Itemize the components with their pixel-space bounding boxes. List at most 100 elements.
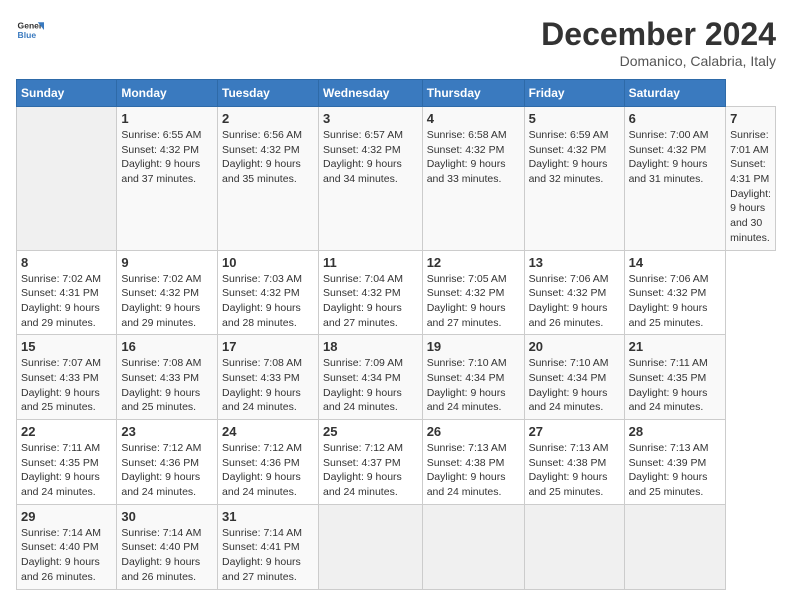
title-block: December 2024 Domanico, Calabria, Italy [541, 16, 776, 69]
day-info: Sunrise: 7:13 AM Sunset: 4:39 PM Dayligh… [629, 441, 722, 500]
column-header-friday: Friday [524, 80, 624, 107]
day-info: Sunrise: 7:12 AM Sunset: 4:36 PM Dayligh… [121, 441, 213, 500]
day-number: 16 [121, 339, 213, 354]
day-number: 23 [121, 424, 213, 439]
location-subtitle: Domanico, Calabria, Italy [541, 53, 776, 69]
day-info: Sunrise: 6:57 AM Sunset: 4:32 PM Dayligh… [323, 128, 418, 187]
day-cell-12: 12 Sunrise: 7:05 AM Sunset: 4:32 PM Dayl… [422, 250, 524, 335]
day-number: 19 [427, 339, 520, 354]
day-number: 11 [323, 255, 418, 270]
day-number: 6 [629, 111, 722, 126]
day-info: Sunrise: 7:10 AM Sunset: 4:34 PM Dayligh… [427, 356, 520, 415]
day-number: 5 [529, 111, 620, 126]
day-cell-26: 26 Sunrise: 7:13 AM Sunset: 4:38 PM Dayl… [422, 420, 524, 505]
day-info: Sunrise: 7:13 AM Sunset: 4:38 PM Dayligh… [427, 441, 520, 500]
day-number: 17 [222, 339, 314, 354]
calendar-table: SundayMondayTuesdayWednesdayThursdayFrid… [16, 79, 776, 590]
month-title: December 2024 [541, 16, 776, 53]
day-number: 8 [21, 255, 112, 270]
day-cell-20: 20 Sunrise: 7:10 AM Sunset: 4:34 PM Dayl… [524, 335, 624, 420]
empty-cell [17, 107, 117, 251]
day-cell-21: 21 Sunrise: 7:11 AM Sunset: 4:35 PM Dayl… [624, 335, 726, 420]
day-number: 10 [222, 255, 314, 270]
header-row: SundayMondayTuesdayWednesdayThursdayFrid… [17, 80, 776, 107]
day-number: 15 [21, 339, 112, 354]
day-cell-13: 13 Sunrise: 7:06 AM Sunset: 4:32 PM Dayl… [524, 250, 624, 335]
day-info: Sunrise: 6:59 AM Sunset: 4:32 PM Dayligh… [529, 128, 620, 187]
day-cell-19: 19 Sunrise: 7:10 AM Sunset: 4:34 PM Dayl… [422, 335, 524, 420]
calendar-week-3: 15 Sunrise: 7:07 AM Sunset: 4:33 PM Dayl… [17, 335, 776, 420]
day-cell-18: 18 Sunrise: 7:09 AM Sunset: 4:34 PM Dayl… [319, 335, 423, 420]
day-info: Sunrise: 7:09 AM Sunset: 4:34 PM Dayligh… [323, 356, 418, 415]
calendar-week-4: 22 Sunrise: 7:11 AM Sunset: 4:35 PM Dayl… [17, 420, 776, 505]
svg-text:General: General [18, 20, 44, 30]
day-info: Sunrise: 7:11 AM Sunset: 4:35 PM Dayligh… [629, 356, 722, 415]
day-number: 13 [529, 255, 620, 270]
day-cell-8: 8 Sunrise: 7:02 AM Sunset: 4:31 PM Dayli… [17, 250, 117, 335]
calendar-week-5: 29 Sunrise: 7:14 AM Sunset: 4:40 PM Dayl… [17, 504, 776, 589]
day-number: 7 [730, 111, 771, 126]
day-number: 1 [121, 111, 213, 126]
day-cell-27: 27 Sunrise: 7:13 AM Sunset: 4:38 PM Dayl… [524, 420, 624, 505]
column-header-tuesday: Tuesday [218, 80, 319, 107]
day-info: Sunrise: 7:12 AM Sunset: 4:37 PM Dayligh… [323, 441, 418, 500]
day-cell-29: 29 Sunrise: 7:14 AM Sunset: 4:40 PM Dayl… [17, 504, 117, 589]
day-info: Sunrise: 7:14 AM Sunset: 4:41 PM Dayligh… [222, 526, 314, 585]
day-info: Sunrise: 7:05 AM Sunset: 4:32 PM Dayligh… [427, 272, 520, 331]
day-info: Sunrise: 7:02 AM Sunset: 4:31 PM Dayligh… [21, 272, 112, 331]
day-info: Sunrise: 7:00 AM Sunset: 4:32 PM Dayligh… [629, 128, 722, 187]
day-cell-14: 14 Sunrise: 7:06 AM Sunset: 4:32 PM Dayl… [624, 250, 726, 335]
calendar-week-1: 1 Sunrise: 6:55 AM Sunset: 4:32 PM Dayli… [17, 107, 776, 251]
day-info: Sunrise: 7:12 AM Sunset: 4:36 PM Dayligh… [222, 441, 314, 500]
day-info: Sunrise: 7:14 AM Sunset: 4:40 PM Dayligh… [21, 526, 112, 585]
day-number: 28 [629, 424, 722, 439]
day-number: 24 [222, 424, 314, 439]
logo-icon: General Blue [16, 16, 44, 44]
day-cell-4: 4 Sunrise: 6:58 AM Sunset: 4:32 PM Dayli… [422, 107, 524, 251]
day-number: 30 [121, 509, 213, 524]
day-info: Sunrise: 7:08 AM Sunset: 4:33 PM Dayligh… [222, 356, 314, 415]
calendar-week-2: 8 Sunrise: 7:02 AM Sunset: 4:31 PM Dayli… [17, 250, 776, 335]
day-info: Sunrise: 7:13 AM Sunset: 4:38 PM Dayligh… [529, 441, 620, 500]
day-cell-7: 7 Sunrise: 7:01 AM Sunset: 4:31 PM Dayli… [726, 107, 776, 251]
day-cell-2: 2 Sunrise: 6:56 AM Sunset: 4:32 PM Dayli… [218, 107, 319, 251]
column-header-monday: Monday [117, 80, 218, 107]
column-header-sunday: Sunday [17, 80, 117, 107]
column-header-thursday: Thursday [422, 80, 524, 107]
svg-text:Blue: Blue [18, 30, 37, 40]
day-cell-6: 6 Sunrise: 7:00 AM Sunset: 4:32 PM Dayli… [624, 107, 726, 251]
day-info: Sunrise: 7:01 AM Sunset: 4:31 PM Dayligh… [730, 128, 771, 246]
column-header-saturday: Saturday [624, 80, 726, 107]
column-header-wednesday: Wednesday [319, 80, 423, 107]
day-cell-30: 30 Sunrise: 7:14 AM Sunset: 4:40 PM Dayl… [117, 504, 218, 589]
day-cell-25: 25 Sunrise: 7:12 AM Sunset: 4:37 PM Dayl… [319, 420, 423, 505]
day-number: 18 [323, 339, 418, 354]
day-cell-16: 16 Sunrise: 7:08 AM Sunset: 4:33 PM Dayl… [117, 335, 218, 420]
day-number: 25 [323, 424, 418, 439]
day-number: 26 [427, 424, 520, 439]
day-info: Sunrise: 6:55 AM Sunset: 4:32 PM Dayligh… [121, 128, 213, 187]
day-number: 12 [427, 255, 520, 270]
day-cell-22: 22 Sunrise: 7:11 AM Sunset: 4:35 PM Dayl… [17, 420, 117, 505]
day-info: Sunrise: 7:03 AM Sunset: 4:32 PM Dayligh… [222, 272, 314, 331]
day-cell-1: 1 Sunrise: 6:55 AM Sunset: 4:32 PM Dayli… [117, 107, 218, 251]
day-number: 31 [222, 509, 314, 524]
day-number: 20 [529, 339, 620, 354]
day-info: Sunrise: 7:06 AM Sunset: 4:32 PM Dayligh… [529, 272, 620, 331]
day-cell-9: 9 Sunrise: 7:02 AM Sunset: 4:32 PM Dayli… [117, 250, 218, 335]
day-info: Sunrise: 7:10 AM Sunset: 4:34 PM Dayligh… [529, 356, 620, 415]
day-number: 21 [629, 339, 722, 354]
day-number: 14 [629, 255, 722, 270]
day-cell-3: 3 Sunrise: 6:57 AM Sunset: 4:32 PM Dayli… [319, 107, 423, 251]
day-cell-11: 11 Sunrise: 7:04 AM Sunset: 4:32 PM Dayl… [319, 250, 423, 335]
day-info: Sunrise: 7:02 AM Sunset: 4:32 PM Dayligh… [121, 272, 213, 331]
day-info: Sunrise: 6:56 AM Sunset: 4:32 PM Dayligh… [222, 128, 314, 187]
empty-cell [422, 504, 524, 589]
day-cell-31: 31 Sunrise: 7:14 AM Sunset: 4:41 PM Dayl… [218, 504, 319, 589]
day-info: Sunrise: 6:58 AM Sunset: 4:32 PM Dayligh… [427, 128, 520, 187]
day-number: 27 [529, 424, 620, 439]
empty-cell [624, 504, 726, 589]
day-cell-5: 5 Sunrise: 6:59 AM Sunset: 4:32 PM Dayli… [524, 107, 624, 251]
day-number: 4 [427, 111, 520, 126]
day-cell-24: 24 Sunrise: 7:12 AM Sunset: 4:36 PM Dayl… [218, 420, 319, 505]
